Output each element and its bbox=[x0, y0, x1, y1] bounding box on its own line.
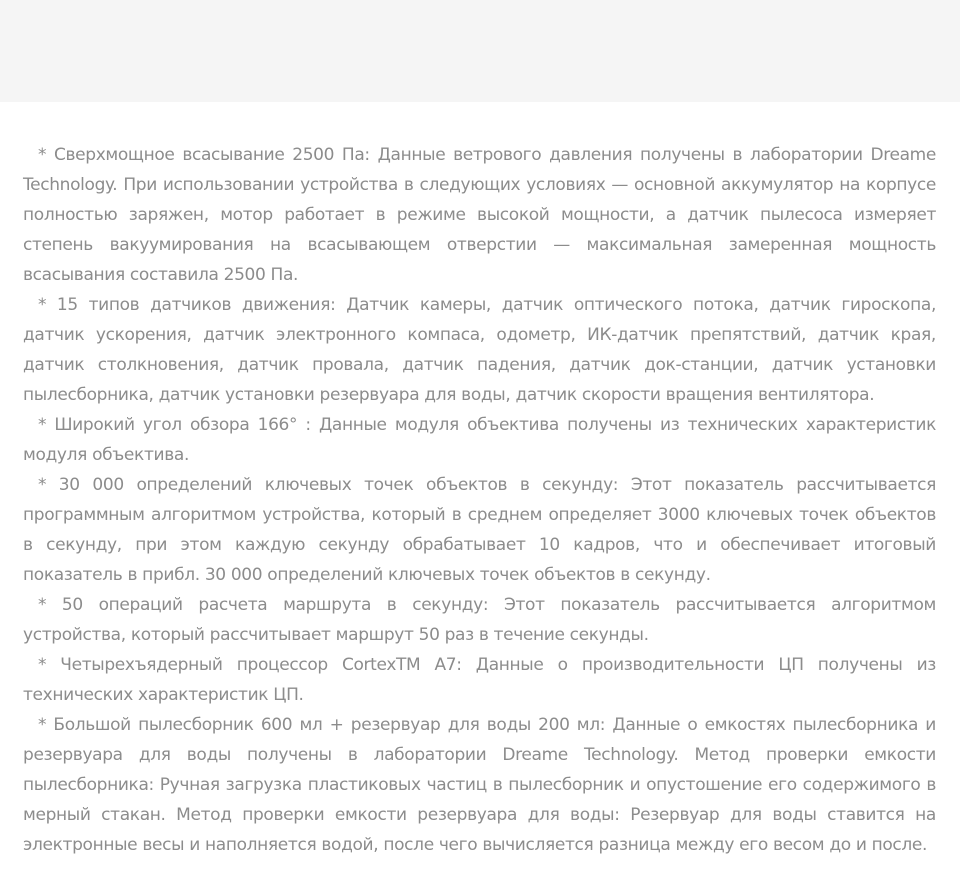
footnote-suction-power: * Сверхмощное всасывание 2500 Па: Данные… bbox=[23, 145, 936, 285]
footnote-route-calculation: * 50 операций расчета маршрута в секунду… bbox=[23, 595, 936, 645]
footnote-keypoint-detection: * 30 000 определений ключевых точек объе… bbox=[23, 475, 936, 585]
footnotes-block: * Сверхмощное всасывание 2500 Па: Данные… bbox=[23, 140, 936, 860]
footnote-dustbin-water-tank: * Большой пылесборник 600 мл + резервуар… bbox=[23, 715, 936, 855]
footnote-viewing-angle: * Широкий угол обзора 166° : Данные моду… bbox=[23, 415, 936, 465]
footnote-motion-sensors: * 15 типов датчиков движения: Датчик кам… bbox=[23, 295, 936, 405]
header-band bbox=[0, 0, 960, 102]
footnote-processor: * Четырехъядерный процессор CortexTM A7:… bbox=[23, 655, 936, 705]
